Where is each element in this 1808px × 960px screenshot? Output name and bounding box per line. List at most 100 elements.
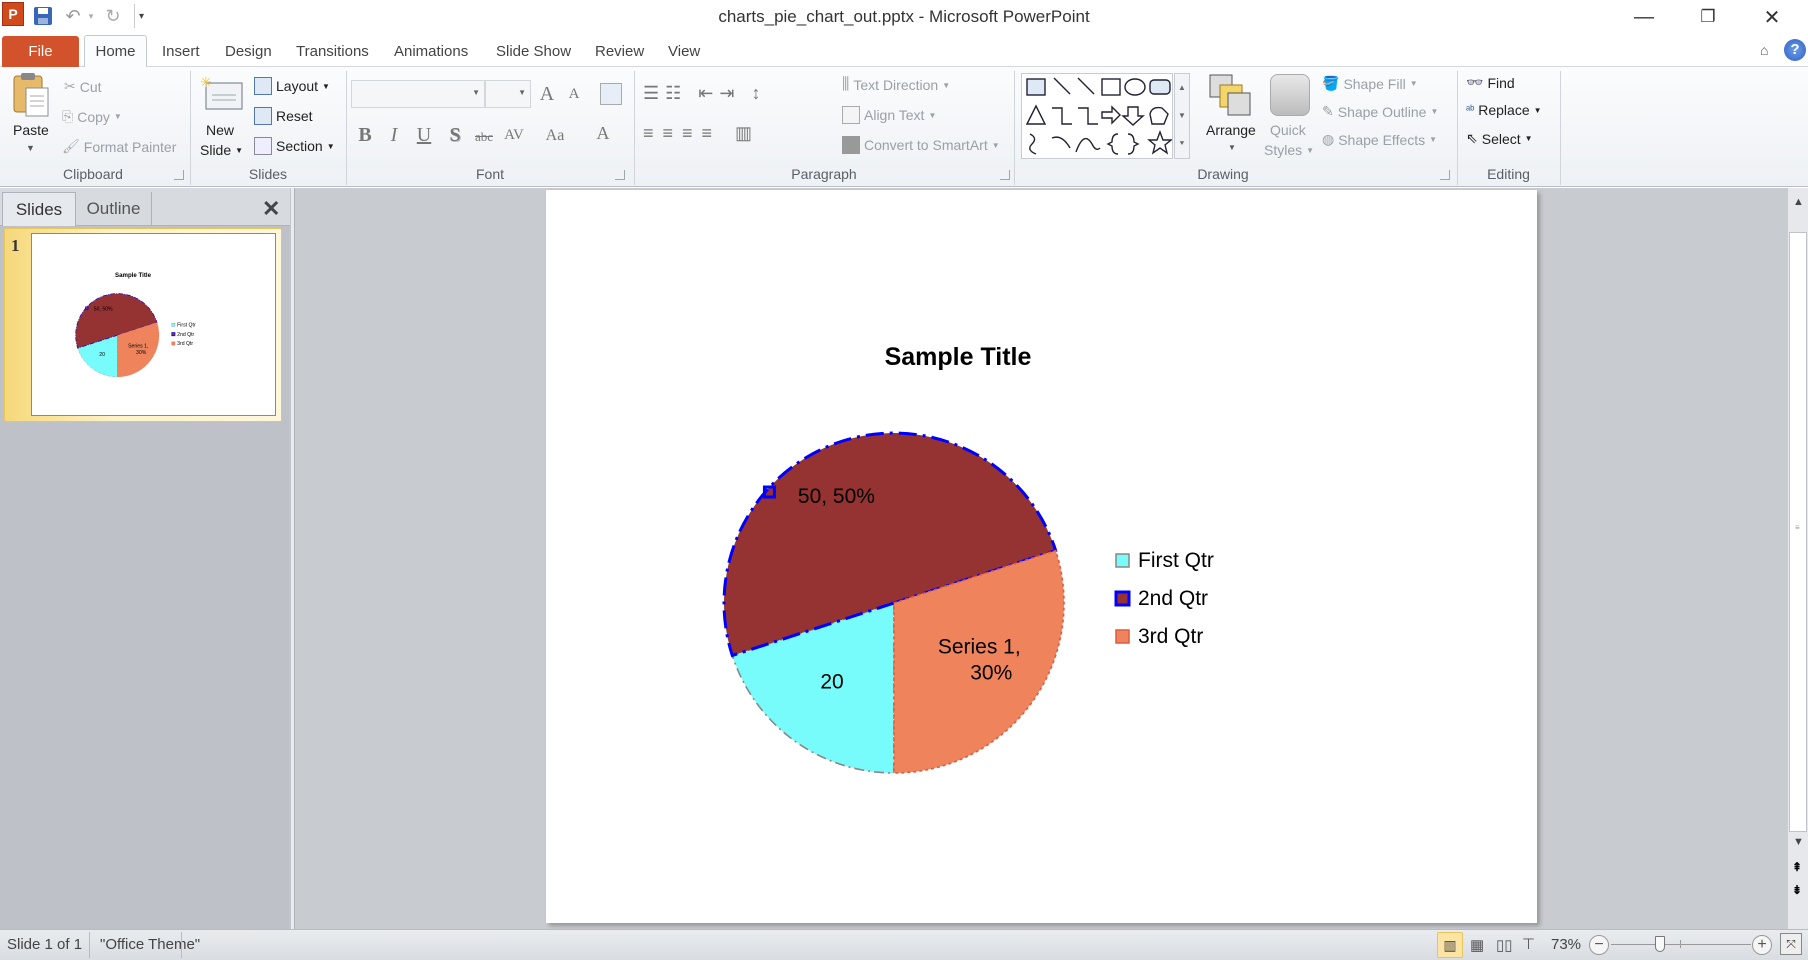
paste-button[interactable]: Paste [13,122,49,138]
align-text-button[interactable]: Align Text ▼ [842,106,936,124]
tab-design[interactable]: Design [213,36,284,67]
select-button[interactable]: ⇖ Select ▼ [1466,130,1533,147]
scroll-thumb[interactable]: ≡ [1789,232,1807,832]
reading-view-icon[interactable]: ▯▯ [1496,936,1513,954]
format-painter-button[interactable]: 🖌 Format Painter [62,138,176,155]
shapes-gallery[interactable] [1021,73,1173,159]
group-label-slides: Slides [248,166,288,182]
character-spacing-button[interactable]: AV [500,127,528,144]
tab-home[interactable]: Home [84,35,147,67]
reset-button[interactable]: Reset [254,107,313,125]
close-pane-button[interactable]: ✕ [262,196,280,222]
grow-font-button[interactable]: A [533,83,561,106]
legend-entry-1[interactable]: First Qtr [177,322,196,328]
italic-button[interactable]: I [380,124,408,147]
close-button[interactable]: ✕ [1740,0,1804,34]
shapes-gallery-scroll[interactable]: ▲ ▼ ⯆ [1174,73,1190,159]
tab-outline[interactable]: Outline [76,192,152,226]
slide-thumbnail[interactable]: Sample Title 20 50, 50% Series 1, 30% First Q… [31,233,276,416]
theme-name[interactable]: "Office Theme" [100,936,200,953]
arrange-button[interactable]: Arrange [1206,122,1256,138]
minimize-button[interactable]: — [1612,0,1676,34]
slide-canvas[interactable]: Sample Title 20 50, 50% Series 1, 30% First … [546,190,1537,923]
legend-entry-2[interactable]: 2nd Qtr [1138,587,1208,610]
reset-icon [254,107,272,125]
scroll-up-icon[interactable]: ▲ [1793,196,1804,208]
help-icon[interactable]: ? [1784,39,1806,61]
underline-button[interactable]: U [410,124,438,147]
minimize-ribbon-icon[interactable]: ⌂ [1760,42,1768,58]
shape-effects-icon: ◍ [1322,131,1335,147]
list-buttons[interactable]: ☰☷ ⇤⇥ ↕ [643,83,766,104]
cursor-icon: ⇖ [1466,130,1478,146]
strikethrough-button[interactable]: abc [470,129,498,145]
normal-view-icon[interactable]: ▥ [1437,932,1463,958]
new-slide-icon[interactable]: ✳ [200,74,244,111]
vertical-scrollbar[interactable]: ▲ ≡ ▼ ⇞ ⇟ [1787,188,1808,929]
drawing-launcher-icon[interactable] [1440,170,1450,180]
new-slide-button[interactable]: Slide ▼ [200,142,243,158]
font-launcher-icon[interactable] [615,170,625,180]
group-label-editing: Editing [1487,166,1530,182]
copy-button[interactable]: ⎘ Copy ▼ [62,108,122,125]
paste-icon[interactable] [10,72,52,117]
shape-fill-button[interactable]: 🪣 Shape Fill ▼ [1322,75,1418,92]
bold-button[interactable]: B [351,124,379,147]
paste-dropdown-icon[interactable]: ▼ [26,143,35,153]
quick-styles-label[interactable]: Quick [1270,122,1306,138]
tab-slide-show[interactable]: Slide Show [484,36,583,67]
fit-slide-to-window-icon[interactable]: ⤧ [1780,933,1802,955]
new-slide-label[interactable]: New [206,122,234,138]
tab-view[interactable]: View [656,36,712,67]
scroll-down-icon[interactable]: ▼ [1793,836,1804,848]
shadow-button[interactable]: S [441,124,469,147]
legend-entry-2[interactable]: 2nd Qtr [177,332,194,338]
shape-outline-button[interactable]: ✎ Shape Outline ▼ [1322,103,1438,120]
legend-swatch-3 [171,341,176,346]
slideshow-view-icon[interactable]: ⊤ [1522,935,1535,953]
clear-formatting-icon[interactable] [600,83,622,105]
quick-styles-button[interactable]: Styles ▼ [1264,142,1314,158]
legend-entry-1[interactable]: First Qtr [1138,549,1214,572]
change-case-button[interactable]: Aa [541,127,569,145]
quick-styles-icon[interactable] [1270,74,1310,116]
zoom-slider-thumb[interactable] [1655,936,1665,952]
zoom-out-button[interactable]: − [1589,935,1609,955]
data-label-2: 50, 50% [798,485,875,508]
zoom-slider-track[interactable] [1611,944,1751,945]
tab-insert[interactable]: Insert [150,36,212,67]
legend-entry-3[interactable]: 3rd Qtr [177,341,193,347]
next-slide-icon[interactable]: ⇟ [1792,883,1802,897]
paint-bucket-icon: 🪣 [1322,75,1340,91]
font-name-select[interactable]: ▼ [351,80,485,108]
tab-animations[interactable]: Animations [382,36,480,67]
restore-button[interactable]: ❐ [1676,0,1740,34]
layout-icon [254,77,272,95]
font-color-button[interactable]: A [589,123,617,144]
paragraph-launcher-icon[interactable] [1000,170,1010,180]
tab-transitions[interactable]: Transitions [284,36,381,67]
tab-slides[interactable]: Slides [2,192,76,226]
slide-sorter-icon[interactable]: ▦ [1470,936,1484,954]
font-size-select[interactable]: ▼ [485,80,531,108]
alignment-buttons[interactable]: ≡≡≡≡ ▥ [643,123,761,144]
cut-button[interactable]: ✂ Cut [64,78,102,95]
group-label-drawing: Drawing [1197,166,1249,182]
layout-button[interactable]: Layout ▼ [254,77,330,95]
legend-entry-3[interactable]: 3rd Qtr [1138,625,1203,648]
zoom-level[interactable]: 73% [1551,936,1581,953]
find-button[interactable]: 👓 Find [1466,74,1515,91]
clipboard-launcher-icon[interactable] [174,170,184,180]
tab-file[interactable]: File [2,36,79,67]
zoom-in-button[interactable]: + [1752,935,1772,955]
text-direction-button[interactable]: ⫼ Text Direction ▼ [842,76,950,94]
tab-review[interactable]: Review [583,36,656,67]
convert-smartart-button[interactable]: Convert to SmartArt ▼ [842,136,1000,154]
shape-effects-button[interactable]: ◍ Shape Effects ▼ [1322,131,1437,148]
shrink-font-button[interactable]: A [560,86,588,103]
previous-slide-icon[interactable]: ⇞ [1792,860,1802,874]
section-button[interactable]: Section ▼ [254,137,335,155]
pie-chart[interactable]: Sample Title 2050, 50%Series 1, 30%First … [546,190,1537,923]
replace-button[interactable]: ᵃᵇ Replace ▼ [1466,102,1542,118]
arrange-icon[interactable] [1208,73,1252,117]
